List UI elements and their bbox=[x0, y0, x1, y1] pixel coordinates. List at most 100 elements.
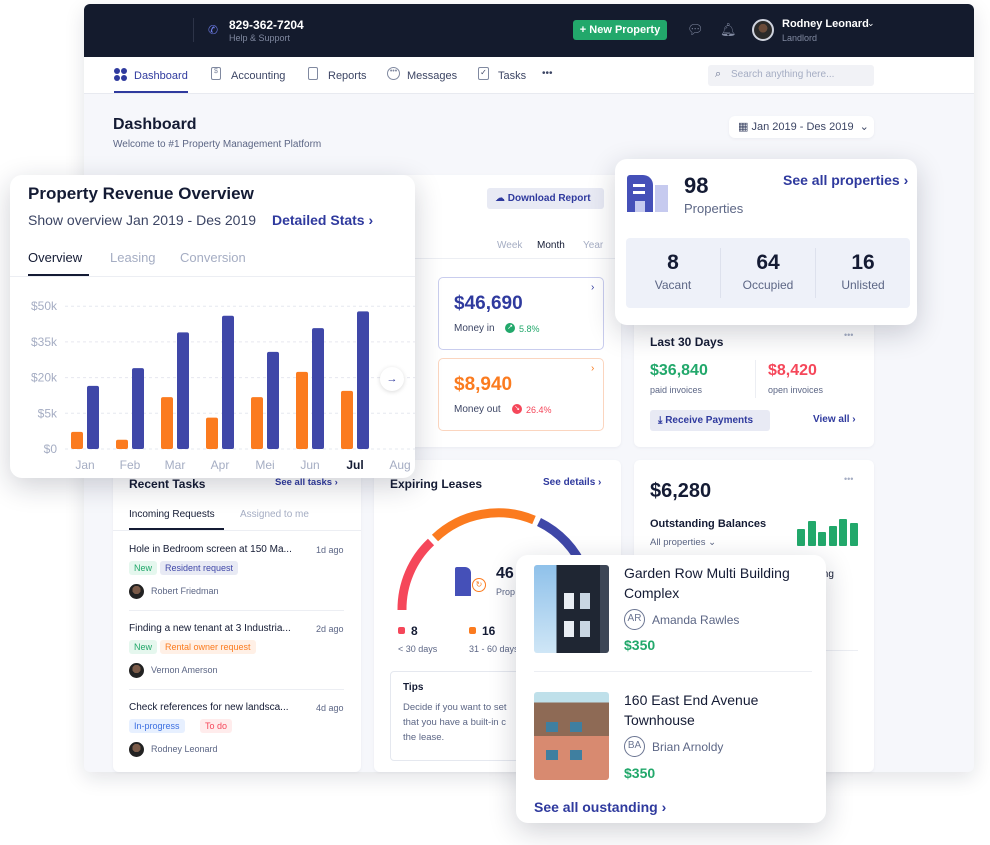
task-title[interactable]: Finding a new tenant at 3 Industria... bbox=[129, 623, 291, 634]
tasks-icon: ✓ bbox=[478, 67, 489, 80]
see-all-properties-link[interactable]: See all properties › bbox=[783, 172, 908, 188]
bar-jan-series-0[interactable] bbox=[71, 431, 83, 449]
last30-title: Last 30 Days bbox=[650, 335, 724, 349]
dashboard-icon bbox=[114, 68, 127, 81]
accounting-icon: $ bbox=[211, 67, 221, 80]
avatar[interactable] bbox=[752, 19, 774, 41]
task-tag: New bbox=[129, 640, 158, 654]
period-month[interactable]: Month bbox=[537, 240, 565, 251]
support-label: Help & Support bbox=[229, 33, 291, 43]
mini-bar bbox=[849, 523, 858, 546]
user-name[interactable]: Rodney Leonard bbox=[782, 18, 869, 30]
tab-incoming-requests[interactable]: Incoming Requests bbox=[129, 509, 215, 520]
stat-vacant[interactable]: 8 Vacant bbox=[626, 248, 721, 298]
legend-swatch bbox=[469, 627, 476, 634]
legend-label: 31 - 60 days bbox=[469, 644, 519, 654]
tasks-title: Recent Tasks bbox=[129, 477, 206, 491]
divider bbox=[129, 610, 344, 611]
money-out-card[interactable]: $8,940 › Money out ↘ 26.4% bbox=[438, 358, 604, 431]
bar-feb-series-1[interactable] bbox=[132, 368, 144, 449]
bar-mei-series-1[interactable] bbox=[267, 351, 279, 449]
stat-value: 64 bbox=[756, 251, 780, 274]
outstanding-amount: $350 bbox=[624, 637, 656, 653]
bar-jul-series-0[interactable] bbox=[341, 390, 353, 449]
property-image[interactable] bbox=[534, 565, 609, 653]
open-invoices-value: $8,420 bbox=[768, 362, 817, 379]
stat-label: Vacant bbox=[654, 278, 692, 292]
task-time: 1d ago bbox=[316, 545, 344, 555]
money-in-card[interactable]: $46,690 › Money in ↗ 5.8% bbox=[438, 277, 604, 350]
bar-mar-series-0[interactable] bbox=[161, 397, 173, 449]
open-invoices-label: open invoices bbox=[768, 385, 824, 395]
nav-messages[interactable]: Messages bbox=[407, 70, 457, 82]
x-tick-label: Mei bbox=[255, 458, 274, 472]
bar-mar-series-1[interactable] bbox=[177, 332, 189, 449]
task-title[interactable]: Check references for new landsca... bbox=[129, 702, 289, 713]
properties-popup: 98 Properties See all properties › 8 Vaca… bbox=[615, 159, 917, 325]
bar-jun-series-0[interactable] bbox=[296, 371, 308, 449]
outstanding-label: Outstanding Balances bbox=[650, 518, 767, 530]
support-phone[interactable]: 829-362-7204 bbox=[229, 18, 304, 32]
date-range-picker[interactable]: ▦ Jan 2019 - Des 2019 ⌄ bbox=[729, 116, 874, 138]
next-arrow-button[interactable]: → bbox=[380, 367, 404, 391]
bar-apr-series-0[interactable] bbox=[206, 417, 218, 449]
tips-line: the lease. bbox=[403, 732, 445, 743]
receive-payments-button[interactable]: ⤓ Receive Payments bbox=[650, 410, 770, 431]
bar-feb-series-0[interactable] bbox=[116, 439, 128, 449]
property-title[interactable]: 160 East End Avenue bbox=[624, 692, 758, 708]
x-tick-label: Mar bbox=[165, 458, 186, 472]
download-report-button[interactable]: ☁ Download Report bbox=[487, 188, 604, 209]
y-tick-label: $35k bbox=[31, 335, 58, 349]
bar-jul-series-1[interactable] bbox=[357, 311, 369, 449]
task-tag: Rental owner request bbox=[160, 640, 256, 654]
tips-line: that you have a built-in c bbox=[403, 717, 506, 728]
property-image[interactable] bbox=[534, 692, 609, 780]
lease-center-value: 46 bbox=[496, 565, 514, 582]
property-title-line2[interactable]: Townhouse bbox=[624, 712, 695, 728]
chevron-down-icon[interactable]: ⌄ bbox=[867, 18, 875, 29]
bar-jun-series-1[interactable] bbox=[312, 328, 324, 449]
property-title-line2[interactable]: Complex bbox=[624, 585, 679, 601]
task-title[interactable]: Hole in Bedroom screen at 150 Ma... bbox=[129, 544, 292, 555]
mini-bar bbox=[828, 525, 837, 546]
bar-mei-series-0[interactable] bbox=[251, 397, 263, 449]
tab-assigned-to-me[interactable]: Assigned to me bbox=[240, 509, 309, 520]
active-tab-indicator bbox=[114, 91, 188, 93]
receive-label: Receive Payments bbox=[665, 415, 754, 426]
bar-jan-series-1[interactable] bbox=[87, 385, 99, 449]
mini-bar bbox=[818, 532, 826, 546]
avatar bbox=[129, 742, 144, 757]
stat-unlisted[interactable]: 16 Unlisted bbox=[816, 248, 910, 298]
see-all-outstanding-link[interactable]: See all oustanding › bbox=[534, 799, 666, 815]
phone-icon: ✆ bbox=[208, 23, 219, 37]
money-out-change: 26.4% bbox=[526, 405, 552, 415]
arrow-down-icon: ↘ bbox=[512, 404, 522, 414]
nav-dashboard[interactable]: Dashboard bbox=[134, 70, 188, 82]
chat-icon[interactable]: 💬︎ bbox=[687, 22, 704, 38]
view-all-link[interactable]: View all › bbox=[813, 414, 856, 425]
chevron-right-icon: › bbox=[591, 363, 595, 374]
nav-tasks[interactable]: Tasks bbox=[498, 70, 526, 82]
more-icon[interactable]: ••• bbox=[844, 330, 853, 340]
more-icon[interactable]: ••• bbox=[844, 474, 853, 484]
mini-bar bbox=[839, 519, 847, 546]
search-input[interactable]: ⌕ Search anything here... bbox=[708, 65, 874, 86]
bell-icon[interactable]: 🔔︎ bbox=[720, 22, 737, 38]
building-icon bbox=[455, 567, 471, 596]
bar-apr-series-1[interactable] bbox=[222, 315, 234, 449]
nav-reports[interactable]: Reports bbox=[328, 70, 367, 82]
property-title[interactable]: Garden Row Multi Building bbox=[624, 565, 790, 581]
avatar-initials: BA bbox=[624, 736, 645, 757]
period-week[interactable]: Week bbox=[497, 240, 522, 251]
see-all-tasks-link[interactable]: See all tasks › bbox=[275, 477, 338, 488]
tips-line: Decide if you want to set bbox=[403, 702, 507, 713]
money-in-label: Money in bbox=[454, 323, 495, 334]
more-icon[interactable]: ••• bbox=[542, 68, 553, 79]
nav-accounting[interactable]: Accounting bbox=[231, 70, 285, 82]
new-property-button[interactable]: + New Property bbox=[573, 20, 667, 40]
period-year[interactable]: Year bbox=[583, 240, 603, 251]
cloud-download-icon: ☁ bbox=[495, 193, 508, 204]
outstanding-filter[interactable]: All properties ⌄ bbox=[650, 537, 716, 548]
stat-occupied[interactable]: 64 Occupied bbox=[721, 248, 816, 298]
outstanding-value: $6,280 bbox=[650, 480, 712, 502]
